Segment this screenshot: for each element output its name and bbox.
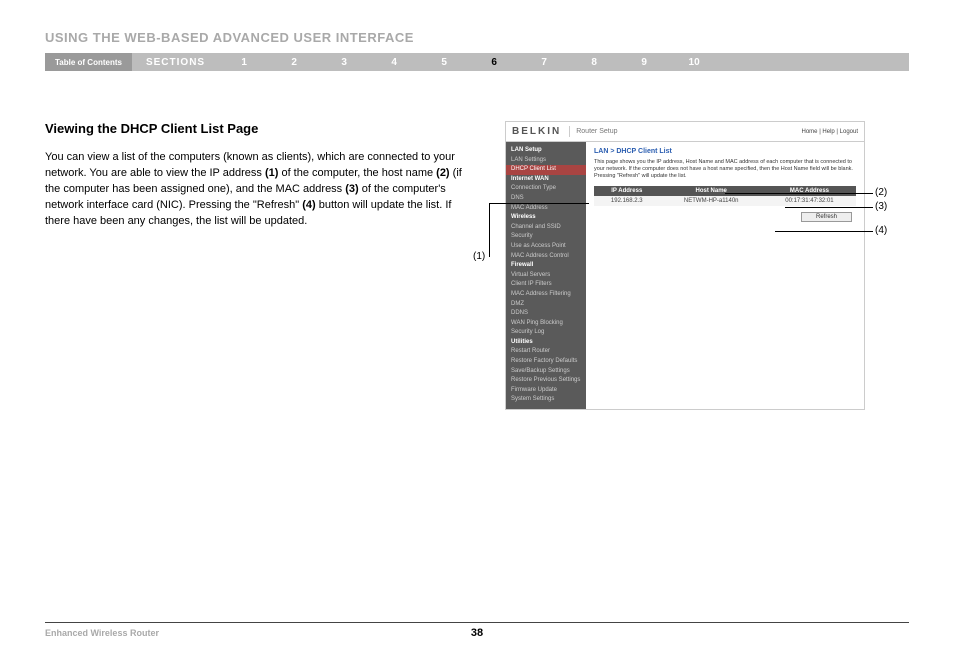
sidebar-item[interactable]: Internet WAN: [506, 175, 586, 185]
sidebar-item[interactable]: System Settings: [506, 395, 586, 405]
sidebar-item[interactable]: Virtual Servers: [506, 271, 586, 281]
sidebar-item[interactable]: Use as Access Point: [506, 242, 586, 252]
sidebar-item[interactable]: WAN Ping Blocking: [506, 319, 586, 329]
footer-page-number: 38: [471, 627, 483, 639]
router-top-links[interactable]: Home | Help | Logout: [802, 129, 858, 135]
section-link-6[interactable]: 6: [469, 57, 519, 68]
sidebar-item[interactable]: DMZ: [506, 300, 586, 310]
section-link-8[interactable]: 8: [569, 57, 619, 68]
table-header: IP Address: [594, 186, 660, 196]
sidebar-item[interactable]: MAC Address: [506, 204, 586, 214]
section-link-1[interactable]: 1: [219, 57, 269, 68]
table-cell: NETWM-HP-a1140n: [660, 196, 763, 206]
sidebar-item[interactable]: DHCP Client List: [506, 165, 586, 175]
section-link-5[interactable]: 5: [419, 57, 469, 68]
section-link-7[interactable]: 7: [519, 57, 569, 68]
article-paragraph: You can view a list of the computers (kn…: [45, 150, 465, 230]
section-link-2[interactable]: 2: [269, 57, 319, 68]
sections-label: SECTIONS: [132, 57, 219, 68]
router-title: Router Setup: [576, 128, 801, 135]
sidebar-item[interactable]: LAN Settings: [506, 156, 586, 166]
sidebar-item[interactable]: Connection Type: [506, 184, 586, 194]
toc-link[interactable]: Table of Contents: [45, 53, 132, 71]
sidebar-item[interactable]: Wireless: [506, 213, 586, 223]
section-nav-bar: Table of Contents SECTIONS 12345678910: [45, 53, 909, 71]
sidebar-item[interactable]: Client IP Filters: [506, 280, 586, 290]
callout-1: (1): [473, 251, 485, 262]
section-link-9[interactable]: 9: [619, 57, 669, 68]
page-title: USING THE WEB-BASED ADVANCED USER INTERF…: [45, 30, 909, 45]
footer-product-name: Enhanced Wireless Router: [45, 628, 159, 638]
sidebar-item[interactable]: MAC Address Filtering: [506, 290, 586, 300]
callout-2: (2): [875, 187, 887, 198]
section-link-4[interactable]: 4: [369, 57, 419, 68]
refresh-button[interactable]: Refresh: [801, 212, 852, 222]
sidebar-item[interactable]: Utilities: [506, 338, 586, 348]
router-breadcrumb: LAN > DHCP Client List: [594, 148, 856, 155]
sidebar-item[interactable]: Firmware Update: [506, 386, 586, 396]
router-brand: BELKIN: [512, 126, 570, 137]
sidebar-item[interactable]: Security: [506, 232, 586, 242]
sidebar-item[interactable]: MAC Address Control: [506, 252, 586, 262]
router-sidebar: LAN SetupLAN SettingsDHCP Client ListInt…: [506, 142, 586, 409]
article-heading: Viewing the DHCP Client List Page: [45, 121, 465, 136]
table-cell: 00:17:31:47:32:01: [763, 196, 856, 206]
section-link-10[interactable]: 10: [669, 57, 719, 68]
router-description: This page shows you the IP address, Host…: [594, 159, 856, 180]
table-cell: 192.168.2.3: [594, 196, 660, 206]
table-row: 192.168.2.3NETWM-HP-a1140n00:17:31:47:32…: [594, 196, 856, 206]
sidebar-item[interactable]: Restore Factory Defaults: [506, 357, 586, 367]
router-screenshot: BELKIN Router Setup Home | Help | Logout…: [505, 121, 865, 410]
sidebar-item[interactable]: Save/Backup Settings: [506, 367, 586, 377]
callout-3: (3): [875, 201, 887, 212]
sidebar-item[interactable]: Restart Router: [506, 347, 586, 357]
sidebar-item[interactable]: Firewall: [506, 261, 586, 271]
sidebar-item[interactable]: Restore Previous Settings: [506, 376, 586, 386]
table-header: MAC Address: [763, 186, 856, 196]
router-main-panel: LAN > DHCP Client List This page shows y…: [586, 142, 864, 409]
section-link-3[interactable]: 3: [319, 57, 369, 68]
page-footer: Enhanced Wireless Router 38: [45, 622, 909, 638]
sidebar-item[interactable]: Security Log: [506, 328, 586, 338]
sidebar-item[interactable]: DDNS: [506, 309, 586, 319]
callout-4: (4): [875, 225, 887, 236]
table-header: Host Name: [660, 186, 763, 196]
sidebar-item[interactable]: LAN Setup: [506, 146, 586, 156]
sidebar-item[interactable]: Channel and SSID: [506, 223, 586, 233]
